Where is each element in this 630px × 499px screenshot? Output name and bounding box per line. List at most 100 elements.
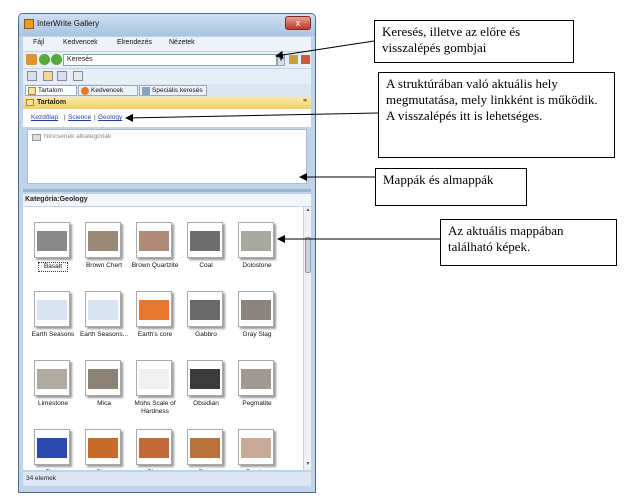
gallery-item[interactable]: Brown Chert	[78, 222, 130, 290]
thumbnail-image	[238, 222, 274, 258]
tab-contents[interactable]: Tartalom	[25, 85, 77, 96]
thumbnail-picture	[241, 231, 271, 251]
gallery-item[interactable]: Pegmatite	[231, 360, 283, 428]
contents-panel-header: Tartalom ꟸ	[23, 97, 311, 109]
gallery-item[interactable]: Earth Seasons...	[78, 291, 130, 359]
gallery-item[interactable]: Earth Seasons	[27, 291, 79, 359]
magnifier-icon	[142, 87, 150, 95]
thumbnail-picture	[37, 369, 67, 389]
title-bar[interactable]: InterWrite Gallery x	[19, 14, 315, 36]
annotation-images: Az aktuális mappában található képek.	[440, 219, 617, 266]
item-label: Plate	[27, 469, 79, 470]
gallery-item[interactable]: Earth's core	[129, 291, 181, 359]
thumbnail-picture	[37, 231, 67, 251]
gallery-item[interactable]: Gabbro	[180, 291, 232, 359]
breadcrumb-home[interactable]: Kezdőlap	[31, 114, 58, 121]
gallery-item[interactable]: Plate	[78, 429, 130, 470]
forward-icon[interactable]	[51, 54, 62, 65]
toolbar	[23, 69, 311, 84]
copy-icon[interactable]	[57, 71, 67, 81]
thumbnail-picture	[139, 231, 169, 251]
gallery-item[interactable]: Pumice	[231, 429, 283, 470]
vertical-scrollbar[interactable]: ▲ ▼	[303, 207, 311, 470]
delete-icon[interactable]	[73, 71, 83, 81]
thumbnail-image	[85, 360, 121, 396]
gallery-item[interactable]: Brown Quartzite	[129, 222, 181, 290]
panel-splitter[interactable]	[23, 189, 311, 192]
chevron-down-icon[interactable]: ▼	[277, 54, 285, 66]
annotation-search: Keresés, illetve az előre és visszalépés…	[374, 20, 574, 63]
thumbnail-image	[187, 360, 223, 396]
gallery-item[interactable]: Plate	[27, 429, 79, 470]
annotation-breadcrumb: A struktúrában való aktuális hely megmut…	[378, 72, 615, 158]
breadcrumb-geology[interactable]: Geology	[98, 114, 122, 121]
category-header: Kategória:Geology	[23, 194, 311, 206]
tab-label: Tartalom	[38, 87, 63, 94]
menu-arrange[interactable]: Elrendezés	[117, 39, 152, 46]
back-icon[interactable]	[39, 54, 50, 65]
item-label: Plate	[180, 469, 232, 470]
scroll-down-icon[interactable]: ▼	[304, 461, 311, 469]
search-clear-icon[interactable]	[301, 55, 310, 64]
thumbnail-image	[187, 429, 223, 465]
item-label: Dolostone	[242, 262, 272, 269]
item-label: Brown Quartzite	[131, 262, 179, 269]
thumbnail-image	[187, 291, 223, 327]
thumbnail-image	[136, 429, 172, 465]
thumbnail-picture	[88, 300, 118, 320]
tab-favorites[interactable]: Kedvencek	[78, 85, 138, 96]
search-go-icon[interactable]	[289, 55, 298, 64]
gallery-window: InterWrite Gallery x Fájl Kedvencek Elre…	[18, 13, 316, 493]
pin-icon[interactable]: ꟸ	[303, 97, 307, 108]
window-title: InterWrite Gallery	[37, 19, 100, 28]
home-icon[interactable]	[26, 54, 37, 65]
gallery-item[interactable]: Gray Slag	[231, 291, 283, 359]
breadcrumb-science[interactable]: Science	[68, 114, 91, 121]
gallery-item[interactable]: Mohs Scale of Hardness	[129, 360, 181, 428]
item-label: Gray Slag	[242, 331, 272, 338]
gallery-item[interactable]: Plate	[180, 429, 232, 470]
thumbnail-image	[34, 291, 70, 327]
gallery-item[interactable]: Mica	[78, 360, 130, 428]
item-label: Earth Seasons	[31, 331, 75, 338]
gallery-item[interactable]: Obsidian	[180, 360, 232, 428]
tab-label: Speciális keresés	[152, 87, 203, 94]
tab-label: Kedvencek	[91, 87, 124, 94]
thumbnail-image	[238, 291, 274, 327]
thumbnail-image	[136, 222, 172, 258]
search-row: Keresés ▼	[23, 52, 311, 68]
scroll-up-icon[interactable]: ▲	[304, 207, 311, 215]
gallery-item[interactable]: Basalt	[27, 222, 79, 290]
item-label: Coal	[199, 262, 213, 269]
search-input[interactable]: Keresés	[63, 54, 277, 66]
thumbnail-image	[136, 291, 172, 327]
folder-up-icon[interactable]	[27, 71, 37, 81]
close-button[interactable]: x	[285, 16, 311, 30]
app-icon	[24, 19, 34, 29]
gallery-item[interactable]: Limestone	[27, 360, 79, 428]
subcategory-list[interactable]: Nincsenek alkategóriák	[27, 129, 307, 184]
thumbnail-picture	[37, 438, 67, 458]
breadcrumb-separator: |	[64, 114, 66, 121]
status-bar: 34 elemek	[23, 472, 311, 486]
thumbnail-image	[136, 360, 172, 396]
gallery-item[interactable]: Plate	[129, 429, 181, 470]
menu-file[interactable]: Fájl	[33, 39, 44, 46]
thumbnail-image	[238, 360, 274, 396]
open-folder-icon[interactable]	[43, 71, 53, 81]
folder-icon	[28, 87, 36, 95]
menu-views[interactable]: Nézetek	[169, 39, 195, 46]
gallery-item[interactable]: Coal	[180, 222, 232, 290]
item-label: Gabbro	[195, 331, 217, 338]
empty-subcategories-text: Nincsenek alkategóriák	[44, 133, 112, 140]
menu-favorites[interactable]: Kedvencek	[63, 39, 98, 46]
thumbnail-image	[34, 429, 70, 465]
item-label: Earth Seasons...	[79, 331, 129, 338]
tab-advanced-search[interactable]: Speciális keresés	[139, 85, 207, 96]
item-label: Pegmatite	[242, 400, 272, 407]
thumbnail-image	[238, 429, 274, 465]
gallery-item[interactable]: Dolostone	[231, 222, 283, 290]
thumbnail-picture	[241, 369, 271, 389]
item-label: Basalt	[38, 262, 68, 272]
scrollbar-thumb[interactable]	[305, 237, 311, 273]
